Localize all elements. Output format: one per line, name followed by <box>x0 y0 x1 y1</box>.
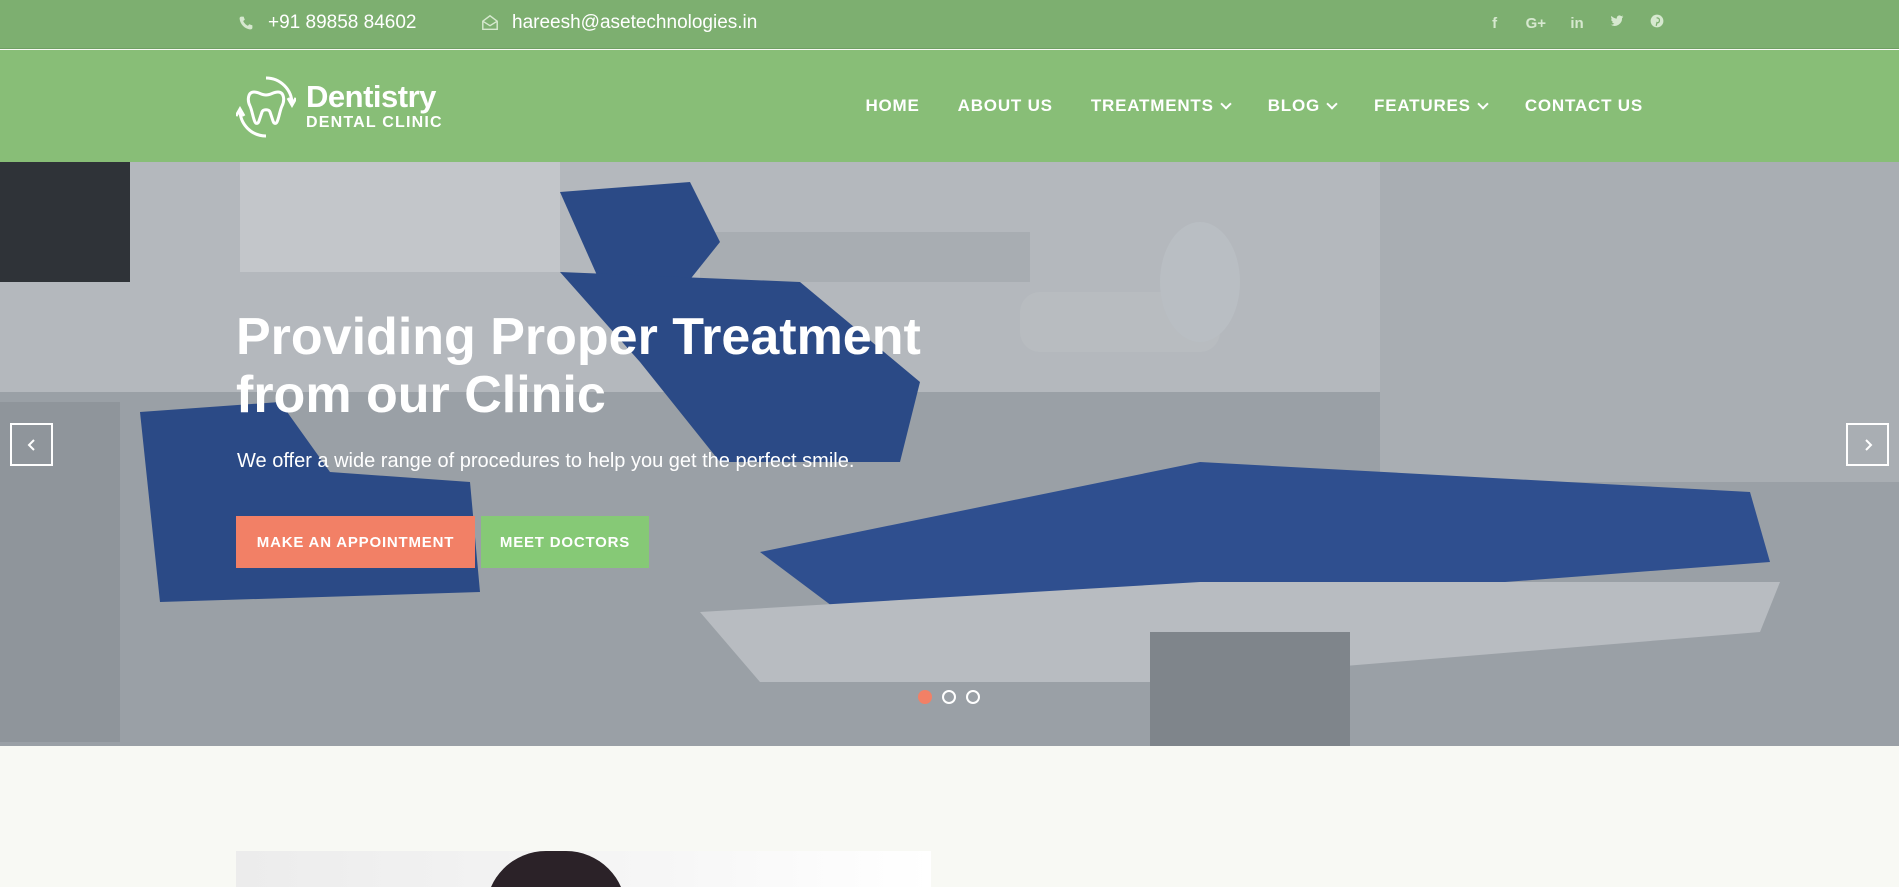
main-nav: HOME ABOUT US TREATMENTS BLOG FEATURES C… <box>865 96 1643 116</box>
slider-dots <box>918 690 980 704</box>
nav-item-contact-us[interactable]: CONTACT US <box>1525 96 1643 116</box>
phone-contact[interactable]: +91 89858 84602 <box>236 12 416 34</box>
logo-subtitle: DENTAL CLINIC <box>306 114 443 131</box>
main-header: Dentistry DENTAL CLINIC HOME ABOUT US TR… <box>0 50 1899 162</box>
chevron-down-icon <box>1326 98 1338 110</box>
nav-item-treatments[interactable]: TREATMENTS <box>1091 96 1232 116</box>
doctor-photo-fragment <box>486 851 626 887</box>
google-plus-icon[interactable]: G+ <box>1526 15 1546 32</box>
hero-subtitle: We offer a wide range of procedures to h… <box>237 450 855 472</box>
facebook-icon[interactable]: f <box>1486 15 1504 32</box>
top-bar: +91 89858 84602 hareesh@asetechnologies.… <box>0 0 1899 49</box>
slider-dot-1[interactable] <box>918 690 932 704</box>
social-links: f G+ in <box>1486 13 1666 33</box>
twitter-icon[interactable] <box>1608 13 1626 33</box>
phone-number[interactable]: +91 89858 84602 <box>268 12 416 34</box>
chevron-down-icon <box>1220 98 1232 110</box>
phone-icon <box>236 13 256 33</box>
envelope-icon <box>480 13 500 33</box>
linkedin-icon[interactable]: in <box>1568 15 1586 32</box>
meet-doctors-button[interactable]: MEET DOCTORS <box>481 516 649 568</box>
tooth-logo-icon <box>236 76 296 138</box>
slider-prev-button[interactable] <box>10 423 53 466</box>
about-photo <box>236 851 931 887</box>
make-appointment-button[interactable]: MAKE AN APPOINTMENT <box>236 516 475 568</box>
logo-text: Dentistry DENTAL CLINIC <box>306 81 443 133</box>
slider-dot-3[interactable] <box>966 690 980 704</box>
nav-item-blog[interactable]: BLOG <box>1268 96 1338 116</box>
pinterest-icon[interactable] <box>1648 13 1666 33</box>
nav-item-home[interactable]: HOME <box>865 96 919 116</box>
hero-title: Providing Proper Treatment from our Clin… <box>236 308 921 424</box>
email-address[interactable]: hareesh@asetechnologies.in <box>512 12 757 34</box>
slider-next-button[interactable] <box>1846 423 1889 466</box>
nav-item-about-us[interactable]: ABOUT US <box>958 96 1053 116</box>
site-logo[interactable]: Dentistry DENTAL CLINIC <box>236 74 443 140</box>
chevron-right-icon <box>1864 438 1872 451</box>
hero-slider: Providing Proper Treatment from our Clin… <box>0 162 1899 746</box>
email-contact[interactable]: hareesh@asetechnologies.in <box>480 12 757 34</box>
chevron-left-icon <box>27 438 35 451</box>
slider-dot-2[interactable] <box>942 690 956 704</box>
chevron-down-icon <box>1477 98 1489 110</box>
nav-item-features[interactable]: FEATURES <box>1374 96 1489 116</box>
logo-name: Dentistry <box>306 79 436 114</box>
